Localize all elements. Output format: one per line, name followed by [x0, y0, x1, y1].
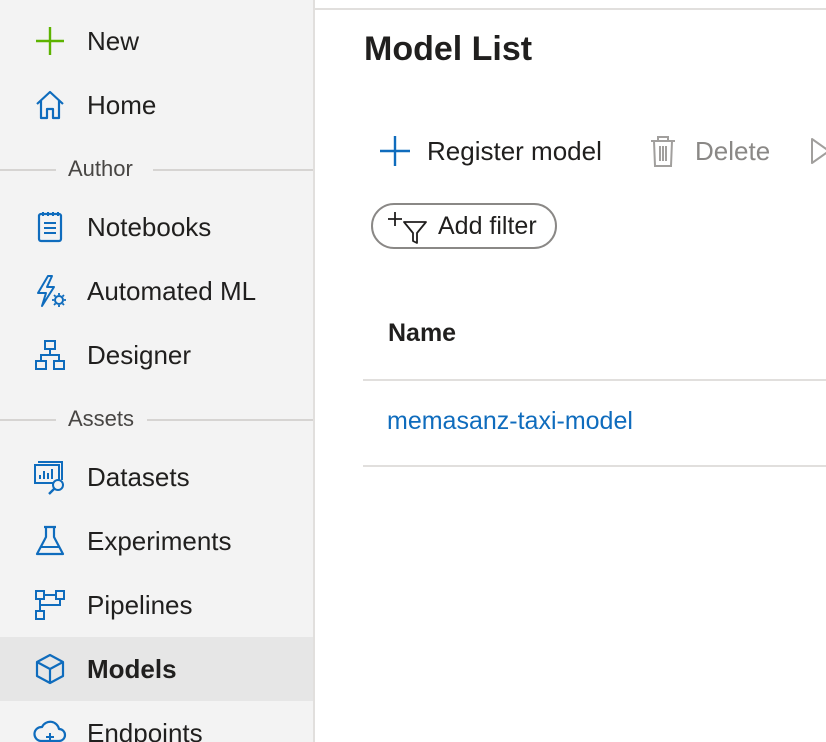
page-title: Model List	[364, 30, 533, 68]
model-name-link[interactable]: memasanz-taxi-model	[387, 407, 633, 436]
section-title: Author	[68, 156, 133, 181]
section-title: Assets	[68, 406, 135, 431]
dataset-icon	[32, 459, 68, 495]
designer-icon	[32, 337, 68, 373]
nav-item-models[interactable]: Models	[0, 637, 313, 701]
nav-item-label: Experiments	[87, 526, 232, 556]
nav-item-label: Endpoints	[87, 718, 203, 742]
nav-item-experiments[interactable]: Experiments	[0, 509, 313, 573]
flask-icon	[32, 523, 68, 559]
register-model-button[interactable]: Register model	[377, 128, 602, 174]
nav-item-label: New	[87, 26, 140, 56]
nav-item-home[interactable]: Home	[0, 73, 313, 137]
divider	[153, 169, 313, 171]
nav-item-label: Designer	[87, 340, 192, 370]
cube-icon	[32, 651, 68, 687]
nav-item-label: Home	[87, 90, 157, 120]
nav-item-label: Models	[87, 654, 177, 684]
deploy-button[interactable]	[807, 128, 826, 174]
column-header-name[interactable]: Name	[388, 319, 456, 348]
trash-icon	[645, 133, 681, 169]
plus-icon	[32, 23, 68, 59]
nav-item-label: Automated ML	[87, 276, 257, 306]
table-row[interactable]: memasanz-taxi-model	[363, 381, 826, 467]
divider	[147, 419, 313, 421]
divider	[0, 169, 56, 171]
nav-item-endpoints[interactable]: Endpoints	[0, 701, 313, 742]
main-content: Model List Register model Delete Add fil…	[315, 0, 826, 742]
section-header-assets: Assets	[0, 404, 313, 434]
nav-item-automated-ml[interactable]: Automated ML	[0, 259, 313, 323]
home-icon	[32, 87, 68, 123]
pipeline-icon	[32, 587, 68, 623]
add-filter-button[interactable]: Add filter	[371, 203, 557, 249]
model-list-table: Name memasanz-taxi-model	[363, 295, 826, 467]
nav-item-label: Pipelines	[87, 590, 193, 620]
plus-icon	[377, 133, 413, 169]
divider	[315, 8, 826, 10]
register-model-label: Register model	[427, 135, 602, 166]
divider	[0, 419, 56, 421]
notebook-icon	[32, 209, 68, 245]
play-icon	[807, 133, 826, 169]
automated-ml-icon	[32, 273, 68, 309]
delete-label: Delete	[695, 135, 771, 166]
nav-item-label: Datasets	[87, 462, 190, 492]
nav-item-notebooks[interactable]: Notebooks	[0, 195, 313, 259]
nav-item-designer[interactable]: Designer	[0, 323, 313, 387]
table-header: Name	[363, 295, 826, 381]
section-header-author: Author	[0, 154, 313, 184]
nav-item-datasets[interactable]: Datasets	[0, 445, 313, 509]
nav-item-pipelines[interactable]: Pipelines	[0, 573, 313, 637]
add-filter-label: Add filter	[438, 212, 537, 240]
nav-item-label: Notebooks	[87, 212, 212, 242]
delete-button[interactable]: Delete	[645, 128, 770, 174]
left-nav-sidebar: New Home Author Notebooks Automated ML D…	[0, 0, 315, 742]
cloud-endpoint-icon	[32, 715, 68, 742]
nav-item-new[interactable]: New	[0, 9, 313, 73]
add-filter-icon	[387, 210, 433, 246]
